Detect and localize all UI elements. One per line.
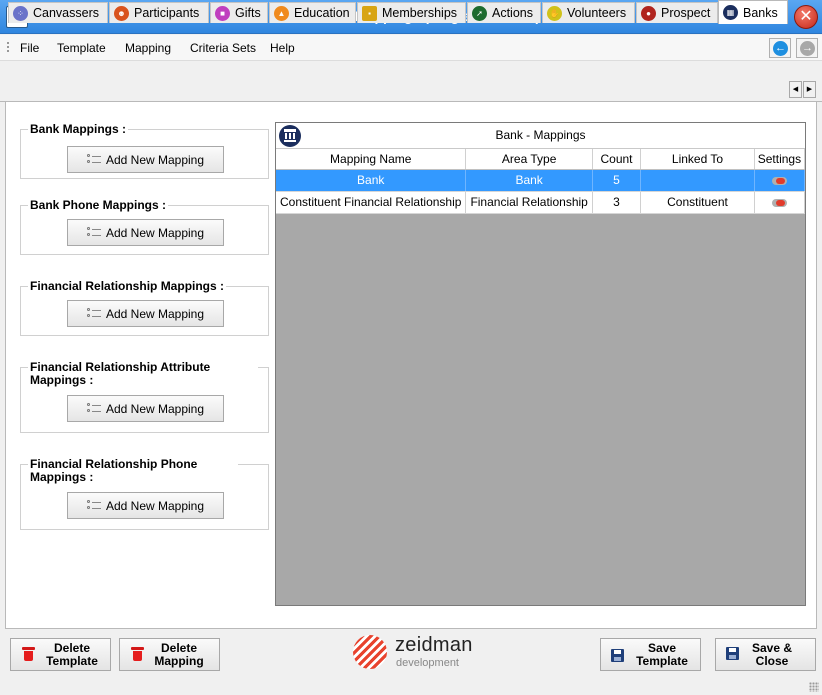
financial-relationship-mappings-group: Financial Relationship Mappings : Add Ne… (20, 280, 269, 336)
trash-icon (131, 647, 144, 661)
financial-relationship-phone-mappings-group: Financial Relationship Phone Mappings : … (20, 458, 269, 530)
table-row[interactable]: Constituent Financial Relationship Finan… (276, 191, 806, 214)
bank-phone-mappings-group: Bank Phone Mappings : Add New Mapping (20, 199, 269, 255)
column-header-linked-to[interactable]: Linked To (640, 149, 755, 170)
group-title: Financial Relationship Attribute Mapping… (28, 361, 258, 387)
cell-mapping-name[interactable]: Bank (276, 169, 467, 192)
menu-grip-icon (7, 42, 9, 54)
menu-file[interactable]: File (20, 41, 39, 55)
add-financial-relationship-mapping-button[interactable]: Add New Mapping (67, 300, 224, 327)
education-icon: ▲ (274, 5, 289, 21)
save-and-close-button[interactable]: Save & Close (715, 638, 816, 671)
tab-label: Prospect (661, 6, 711, 20)
cell-area-type[interactable]: Financial Relationship (465, 191, 593, 214)
add-financial-relationship-attribute-mapping-button[interactable]: Add New Mapping (67, 395, 224, 422)
group-title: Bank Mappings : (28, 122, 129, 136)
column-header-count[interactable]: Count (592, 149, 642, 170)
group-title: Financial Relationship Mappings : (28, 279, 227, 293)
cell-area-type[interactable]: Bank (465, 169, 593, 192)
cell-settings[interactable] (754, 191, 806, 214)
settings-toggle-icon[interactable] (771, 198, 787, 207)
menu-help[interactable]: Help (270, 41, 295, 55)
tab-label: Banks (743, 5, 778, 20)
save-disk-icon (611, 649, 624, 662)
save-template-button[interactable]: Save Template (600, 638, 701, 671)
tab-label: Volunteers (567, 6, 627, 20)
tab-gifts[interactable]: ■ Gifts (210, 2, 268, 23)
list-icon (86, 227, 101, 238)
cell-settings[interactable] (754, 169, 806, 192)
menu-criteria-sets[interactable]: Criteria Sets (190, 41, 256, 55)
tab-volunteers[interactable]: ✋ Volunteers (542, 2, 635, 23)
tab-prospect[interactable]: ● Prospect (636, 2, 718, 23)
tab-banks[interactable]: ▦ Banks (718, 0, 788, 24)
close-icon[interactable]: ✕ (794, 5, 818, 29)
tab-label: Gifts (235, 6, 261, 20)
menu-template[interactable]: Template (57, 41, 106, 55)
tab-label: Education (294, 6, 350, 20)
tab-label: Actions (492, 6, 533, 20)
zeidman-logo: zeidman development (353, 633, 473, 673)
group-title: Bank Phone Mappings : (28, 198, 169, 212)
panel-header: Bank - Mappings (276, 123, 805, 149)
column-header-settings[interactable]: Settings (754, 149, 806, 170)
trash-icon (22, 647, 35, 661)
add-bank-phone-mapping-button[interactable]: Add New Mapping (67, 219, 224, 246)
tab-education[interactable]: ▲ Education (269, 2, 356, 23)
tab-bar (0, 79, 822, 102)
tab-label: Participants (134, 6, 200, 20)
add-bank-mapping-button[interactable]: Add New Mapping (67, 146, 224, 173)
tab-canvassers[interactable]: ⁘ Canvassers (8, 2, 108, 23)
cell-count[interactable]: 5 (592, 169, 642, 192)
column-header-area-type[interactable]: Area Type (465, 149, 593, 170)
bank-mappings-panel: Bank - Mappings Mapping Name Area Type C… (275, 122, 806, 606)
settings-toggle-icon[interactable] (771, 176, 787, 185)
forward-arrow-icon: → (800, 41, 815, 56)
menu-bar: File Template Mapping Criteria Sets Help… (0, 35, 822, 61)
menu-mapping[interactable]: Mapping (125, 41, 171, 55)
tab-actions[interactable]: ➚ Actions (467, 2, 541, 23)
cell-count[interactable]: 3 (592, 191, 642, 214)
delete-template-button[interactable]: Delete Template (10, 638, 111, 671)
panel-title: Bank - Mappings (495, 128, 586, 142)
back-arrow-icon: ← (773, 41, 788, 56)
bank-mappings-group: Bank Mappings : Add New Mapping (20, 123, 269, 179)
list-icon (86, 403, 101, 414)
group-title: Financial Relationship Phone Mappings : (28, 458, 238, 484)
tab-label: Memberships (382, 6, 458, 20)
gift-icon: ■ (215, 5, 230, 21)
bank-icon: ▦ (723, 5, 738, 20)
table-row[interactable]: Bank Bank 5 (276, 169, 806, 192)
group-icon: ☻ (114, 5, 129, 21)
tab-memberships[interactable]: ▪ Memberships (357, 2, 466, 23)
tab-label: Canvassers (33, 6, 99, 20)
tab-participants[interactable]: ☻ Participants (109, 2, 209, 23)
back-button[interactable]: ← (769, 38, 791, 58)
lock-icon: ▪ (362, 5, 377, 21)
cell-linked-to[interactable]: Constituent (640, 191, 755, 214)
people-icon: ⁘ (13, 5, 28, 21)
hands-icon: ✋ (547, 5, 562, 21)
list-icon (86, 154, 101, 165)
tab-scroll-left-button[interactable]: ◀ (789, 81, 802, 98)
delete-mapping-button[interactable]: Delete Mapping (119, 638, 220, 671)
cell-mapping-name[interactable]: Constituent Financial Relationship (276, 191, 467, 214)
list-icon (86, 500, 101, 511)
save-disk-icon (726, 647, 739, 660)
grid-header-row: Mapping Name Area Type Count Linked To S… (276, 149, 806, 170)
list-icon (86, 308, 101, 319)
prospect-icon: ● (641, 5, 656, 21)
zeidman-logo-icon (353, 635, 387, 669)
column-header-mapping-name[interactable]: Mapping Name (276, 149, 467, 170)
forward-button[interactable]: → (796, 38, 818, 58)
add-financial-relationship-phone-mapping-button[interactable]: Add New Mapping (67, 492, 224, 519)
resize-grip-icon[interactable] (809, 682, 819, 692)
cell-linked-to[interactable] (640, 169, 755, 192)
mappings-grid: Mapping Name Area Type Count Linked To S… (276, 149, 806, 214)
financial-relationship-attribute-mappings-group: Financial Relationship Attribute Mapping… (20, 361, 269, 433)
tab-scroll-right-button[interactable]: ▶ (803, 81, 816, 98)
runner-icon: ➚ (472, 5, 487, 21)
